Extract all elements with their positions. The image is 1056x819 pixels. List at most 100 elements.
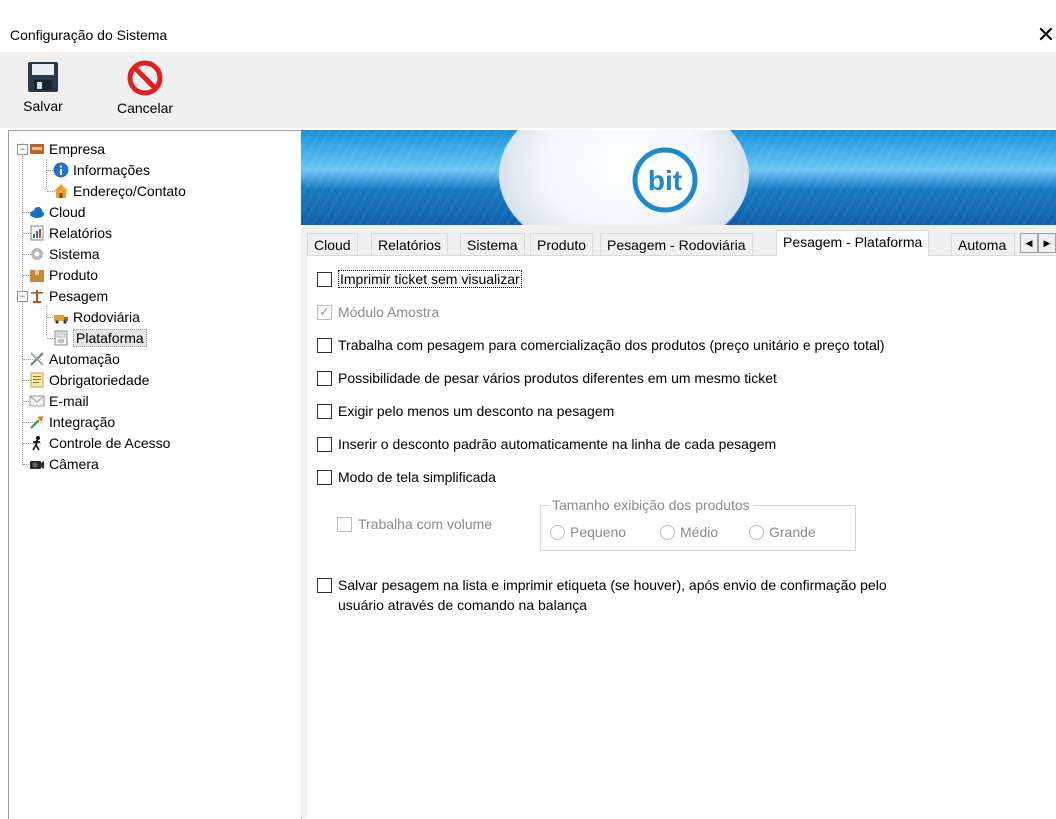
tab-produto[interactable]: Produto — [530, 233, 594, 256]
tree-item-informacoes[interactable]: Informações — [53, 160, 150, 181]
company-icon — [30, 144, 44, 154]
checkbox-box[interactable] — [317, 302, 332, 322]
checkbox-modo-simplificado[interactable]: Modo de tela simplificada — [317, 467, 496, 487]
checkbox-comercializacao[interactable]: Trabalha com pesagem para comercializaçã… — [317, 335, 885, 355]
save-label: Salvar — [23, 98, 63, 114]
tab-pesagem-plataforma[interactable]: Pesagem - Plataforma — [776, 230, 930, 256]
tree-item-sistema[interactable]: Sistema — [29, 244, 100, 265]
checkbox-label: Inserir o desconto padrão automaticament… — [338, 436, 777, 452]
checkbox-box[interactable] — [317, 272, 332, 287]
tree-connector — [46, 305, 47, 335]
tab-pesagem-rodoviaria[interactable]: Pesagem - Rodoviária — [600, 233, 753, 256]
tree-item-camera[interactable]: Câmera — [29, 454, 99, 475]
tree-item-cloud[interactable]: Cloud — [29, 202, 86, 223]
cancel-icon — [127, 60, 163, 96]
tree-connector — [46, 159, 47, 189]
integration-arrows-icon — [30, 416, 43, 429]
scale-icon — [31, 290, 43, 303]
save-button[interactable]: Salvar — [18, 60, 68, 114]
radio-circle[interactable] — [749, 525, 764, 540]
radio-circle[interactable] — [660, 525, 675, 540]
tree-item-obrigatoriedade[interactable]: Obrigatoriedade — [29, 370, 149, 391]
truck-icon — [54, 315, 68, 324]
tab-content-pesagem-plataforma: Imprimir ticket sem visualizar Módulo Am… — [307, 255, 1056, 819]
tree-item-controle-acesso[interactable]: Controle de Acesso — [29, 433, 170, 454]
close-icon[interactable]: ✕ — [1034, 22, 1056, 48]
brand-banner: bit — [301, 130, 1056, 225]
checkbox-varios-produtos[interactable]: Possibilidade de pesar vários produtos d… — [317, 368, 777, 388]
gear-icon — [31, 248, 43, 260]
checkbox-box[interactable] — [337, 517, 352, 532]
settings-content-panel: bit Cloud Relatórios Sistema Produto Pes… — [301, 130, 1056, 819]
checkbox-label-line1: Salvar pesagem na lista e imprimir etiqu… — [338, 577, 887, 593]
checkbox-box[interactable] — [317, 578, 332, 593]
report-icon — [30, 225, 44, 241]
title-bar: Configuração do Sistema ✕ — [0, 0, 1056, 52]
box-icon — [30, 270, 44, 282]
checkbox-inserir-desconto[interactable]: Inserir o desconto padrão automaticament… — [317, 434, 776, 454]
checkbox-box[interactable] — [317, 470, 332, 485]
walking-person-icon — [32, 436, 40, 451]
checkbox-modulo-amostra[interactable]: Módulo Amostra — [317, 302, 439, 322]
radio-pequeno[interactable]: Pequeno — [550, 522, 626, 542]
cloud-icon — [30, 207, 44, 218]
tree-item-endereco[interactable]: Endereço/Contato — [53, 181, 186, 202]
tree-item-email[interactable]: E-mail — [29, 391, 89, 412]
settings-tree: − Empresa Informações Endereço/Contato C… — [9, 131, 301, 819]
radio-label: Médio — [680, 524, 719, 540]
group-legend: Tamanho exibição dos produtos — [549, 496, 753, 514]
checkbox-box[interactable] — [317, 371, 332, 386]
checklist-icon — [30, 372, 44, 388]
tree-item-relatorios[interactable]: Relatórios — [29, 223, 112, 244]
collapse-toggle-empresa[interactable]: − — [17, 144, 28, 155]
tree-item-pesagem[interactable]: Pesagem — [29, 286, 108, 307]
tab-automacao[interactable]: Automa — [951, 233, 1015, 256]
checkbox-label: Imprimir ticket sem visualizar — [338, 270, 522, 288]
tree-item-plataforma[interactable]: Plataforma — [53, 328, 147, 349]
tab-cloud[interactable]: Cloud — [307, 233, 358, 256]
checkbox-salvar-pesagem[interactable]: Salvar pesagem na lista e imprimir etiqu… — [317, 575, 887, 595]
collapse-toggle-pesagem[interactable]: − — [17, 291, 28, 302]
radio-label: Grande — [769, 524, 816, 540]
cancel-label: Cancelar — [116, 100, 174, 116]
tab-scroll-left-icon[interactable]: ◀ — [1020, 233, 1038, 253]
tab-relatorios[interactable]: Relatórios — [371, 233, 449, 256]
radio-circle[interactable] — [550, 525, 565, 540]
tamanho-exibicao-group: Tamanho exibição dos produtos Pequeno Mé… — [540, 496, 856, 551]
checkbox-label: Trabalha com pesagem para comercializaçã… — [338, 337, 885, 353]
window-title: Configuração do Sistema — [10, 27, 168, 43]
checkbox-imprimir-ticket[interactable]: Imprimir ticket sem visualizar — [317, 269, 522, 289]
checkbox-trabalha-volume[interactable]: Trabalha com volume — [337, 514, 492, 534]
platform-scale-icon — [54, 330, 68, 346]
cancel-button[interactable]: Cancelar — [110, 60, 180, 116]
tree-item-automacao[interactable]: Automação — [29, 349, 120, 370]
bit-logo-icon: bit — [632, 147, 698, 213]
envelope-icon — [29, 395, 45, 407]
radio-grande[interactable]: Grande — [749, 522, 816, 542]
banner-logo-backdrop — [499, 130, 749, 225]
checkbox-exigir-desconto[interactable]: Exigir pelo menos um desconto na pesagem — [317, 401, 614, 421]
tree-item-integracao[interactable]: Integração — [29, 412, 115, 433]
checkbox-label: Módulo Amostra — [338, 304, 440, 320]
checkbox-label: Trabalha com volume — [358, 516, 493, 532]
checkbox-label-line2: usuário através de comando na balança — [338, 597, 588, 613]
checkbox-label: Exigir pelo menos um desconto na pesagem — [338, 403, 615, 419]
info-icon — [53, 162, 69, 178]
radio-label: Pequeno — [570, 524, 627, 540]
toolbar: Salvar Cancelar — [0, 52, 1056, 128]
camera-icon — [30, 461, 44, 469]
tab-strip: Cloud Relatórios Sistema Produto Pesagem… — [307, 230, 1056, 256]
checkbox-box[interactable] — [317, 338, 332, 353]
checkbox-box[interactable] — [317, 404, 332, 419]
tree-item-empresa[interactable]: Empresa — [29, 139, 105, 160]
checkbox-box[interactable] — [317, 437, 332, 452]
tree-item-produto[interactable]: Produto — [29, 265, 98, 286]
tools-icon — [30, 352, 44, 366]
tree-item-rodoviaria[interactable]: Rodoviária — [53, 307, 140, 328]
house-icon — [54, 184, 68, 198]
checkbox-label: Modo de tela simplificada — [338, 469, 496, 485]
tab-scroll-right-icon[interactable]: ▶ — [1038, 233, 1056, 253]
settings-tree-panel: − Empresa Informações Endereço/Contato C… — [8, 130, 302, 819]
radio-medio[interactable]: Médio — [660, 522, 718, 542]
tab-sistema[interactable]: Sistema — [460, 233, 525, 256]
